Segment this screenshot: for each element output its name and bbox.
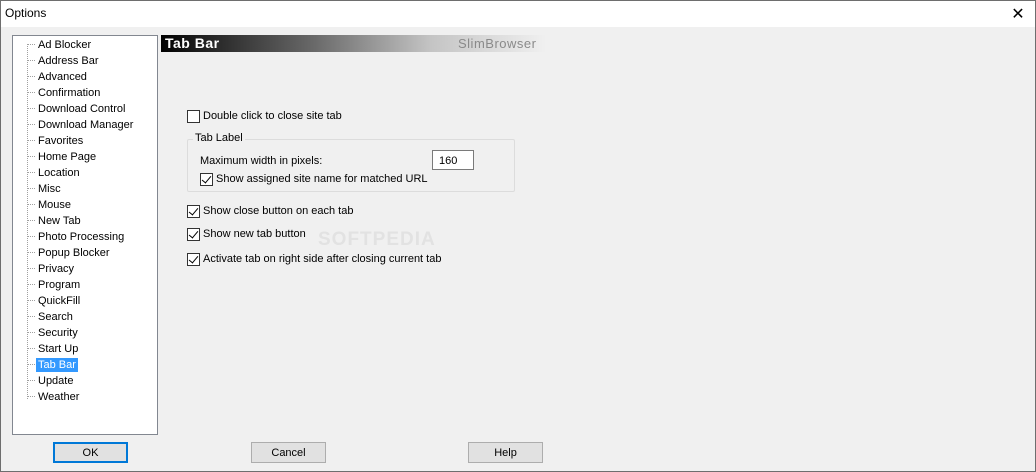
- show-close-button-label: Show close button on each tab: [203, 205, 354, 217]
- max-width-label: Maximum width in pixels:: [200, 155, 323, 167]
- tree-item-location[interactable]: Location: [27, 165, 82, 180]
- ok-button[interactable]: OK: [53, 442, 128, 463]
- tree-item-label: Program: [38, 278, 81, 291]
- tree-item-address-bar[interactable]: Address Bar: [27, 53, 101, 68]
- tree-item-label: Weather: [38, 390, 80, 403]
- section-banner: Tab Bar SlimBrowser: [161, 35, 546, 52]
- tree-item-home-page[interactable]: Home Page: [27, 149, 98, 164]
- activate-right-label: Activate tab on right side after closing…: [203, 253, 442, 265]
- tree-item-label: Privacy: [38, 262, 75, 275]
- tree-branch: [27, 172, 35, 173]
- tree-item-download-control[interactable]: Download Control: [27, 101, 127, 116]
- show-new-tab-button-option[interactable]: Show new tab button: [187, 227, 306, 241]
- tree-item-label: Download Control: [38, 102, 126, 115]
- tree-item-label: New Tab: [38, 214, 81, 227]
- show-new-tab-button-checkbox[interactable]: [187, 227, 200, 241]
- title-bar: Options ✕: [1, 1, 1035, 27]
- tree-item-program[interactable]: Program: [27, 277, 82, 292]
- tree-item-label: Popup Blocker: [38, 246, 110, 259]
- tree-item-security[interactable]: Security: [27, 325, 80, 340]
- tree-branch: [27, 108, 35, 109]
- tree-branch: [27, 364, 35, 365]
- window-title: Options: [5, 6, 47, 20]
- tree-item-label: QuickFill: [38, 294, 81, 307]
- tree-item-quickfill[interactable]: QuickFill: [27, 293, 82, 308]
- activate-right-checkbox[interactable]: [187, 252, 200, 266]
- tree-item-search[interactable]: Search: [27, 309, 75, 324]
- tree-item-label: Address Bar: [38, 54, 99, 67]
- tree-branch: [27, 220, 35, 221]
- brand-label: SlimBrowser: [458, 36, 537, 51]
- show-close-button-checkbox[interactable]: [187, 204, 200, 218]
- tree-item-favorites[interactable]: Favorites: [27, 133, 85, 148]
- tree-branch: [27, 284, 35, 285]
- tree-branch: [27, 252, 35, 253]
- tree-item-label: Advanced: [38, 70, 87, 83]
- tree-branch: [27, 348, 35, 349]
- tree-item-label: Tab Bar: [36, 357, 78, 372]
- tree-item-new-tab[interactable]: New Tab: [27, 213, 83, 228]
- show-new-tab-button-label: Show new tab button: [203, 228, 306, 240]
- tree-item-photo-processing[interactable]: Photo Processing: [27, 229, 126, 244]
- tree-branch: [27, 60, 35, 61]
- tree-item-misc[interactable]: Misc: [27, 181, 63, 196]
- tree-item-start-up[interactable]: Start Up: [27, 341, 80, 356]
- tree-item-ad-blocker[interactable]: Ad Blocker: [27, 37, 93, 52]
- tree-item-update[interactable]: Update: [27, 373, 75, 388]
- tree-branch: [27, 236, 35, 237]
- close-icon[interactable]: ✕: [1001, 1, 1035, 27]
- tree-branch: [27, 316, 35, 317]
- tree-item-label: Confirmation: [38, 86, 101, 99]
- show-site-name-label: Show assigned site name for matched URL: [216, 173, 428, 185]
- tab-label-group-title: Tab Label: [193, 132, 245, 144]
- tree-item-label: Update: [38, 374, 74, 387]
- tree-branch: [27, 156, 35, 157]
- tree-branch: [27, 332, 35, 333]
- tree-branch: [27, 44, 35, 45]
- tree-item-confirmation[interactable]: Confirmation: [27, 85, 102, 100]
- tree-item-label: Start Up: [38, 342, 79, 355]
- show-site-name-option[interactable]: Show assigned site name for matched URL: [200, 172, 428, 186]
- section-title: Tab Bar: [165, 35, 220, 51]
- show-site-name-checkbox[interactable]: [200, 172, 213, 186]
- tree-item-label: Security: [38, 326, 78, 339]
- tree-branch: [27, 188, 35, 189]
- tree-branch: [27, 300, 35, 301]
- tree-branch: [27, 92, 35, 93]
- tree-branch: [27, 76, 35, 77]
- cancel-button[interactable]: Cancel: [251, 442, 326, 463]
- tree-item-advanced[interactable]: Advanced: [27, 69, 89, 84]
- double-click-close-label: Double click to close site tab: [203, 110, 342, 122]
- tree-item-label: Favorites: [38, 134, 84, 147]
- double-click-close-checkbox[interactable]: [187, 109, 200, 123]
- category-tree[interactable]: Ad Blocker Address Bar Advanced Confirmatio…: [12, 35, 158, 435]
- tree-item-tab-bar[interactable]: Tab Bar: [27, 357, 78, 372]
- tree-item-label: Download Manager: [38, 118, 134, 131]
- tree-item-label: Search: [38, 310, 73, 323]
- double-click-close-option[interactable]: Double click to close site tab: [187, 109, 342, 123]
- tree-branch: [27, 380, 35, 381]
- show-close-button-option[interactable]: Show close button on each tab: [187, 204, 353, 218]
- tree-item-mouse[interactable]: Mouse: [27, 197, 73, 212]
- help-button[interactable]: Help: [468, 442, 543, 463]
- tree-item-download-manager[interactable]: Download Manager: [27, 117, 135, 132]
- watermark: SOFTPEDIA: [318, 229, 436, 250]
- tree-item-label: Mouse: [38, 198, 72, 211]
- tree-item-label: Photo Processing: [38, 230, 125, 243]
- tree-branch: [27, 204, 35, 205]
- tree-branch: [27, 396, 35, 397]
- max-width-input[interactable]: [432, 150, 474, 170]
- tree-branch: [27, 268, 35, 269]
- activate-right-option[interactable]: Activate tab on right side after closing…: [187, 252, 441, 266]
- tree-branch: [27, 140, 35, 141]
- tree-item-privacy[interactable]: Privacy: [27, 261, 76, 276]
- options-dialog: Options ✕ Ad Blocker Address Bar Advanced C…: [0, 0, 1036, 472]
- tree-branch: [27, 124, 35, 125]
- tree-item-popup-blocker[interactable]: Popup Blocker: [27, 245, 112, 260]
- tree-item-label: Misc: [38, 182, 61, 195]
- tree-item-label: Ad Blocker: [38, 38, 92, 51]
- tree-item-label: Location: [38, 166, 80, 179]
- tree-item-weather[interactable]: Weather: [27, 389, 81, 404]
- tree-item-label: Home Page: [38, 150, 97, 163]
